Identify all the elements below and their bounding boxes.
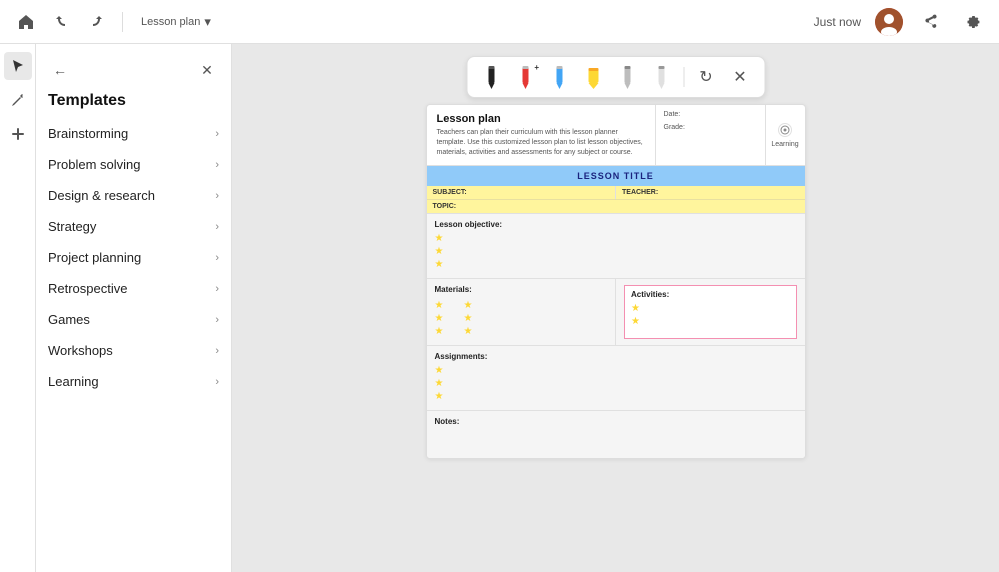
lesson-title-row: LESSON TITLE <box>427 166 805 186</box>
sidebar-item-label: Workshops <box>48 343 113 358</box>
activities-col: Activities: ★ ★ <box>616 279 805 345</box>
act-star-1: ★ <box>631 303 790 314</box>
sidebar-item-project-planning[interactable]: Project planning › <box>36 242 231 273</box>
sidebar-back-button[interactable]: ← <box>48 58 72 82</box>
chevron-right-icon: › <box>215 345 219 357</box>
template-preview: Lesson plan Teachers can plan their curr… <box>426 104 806 459</box>
last-saved-time: Just now <box>814 15 861 29</box>
pen-black-tool[interactable] <box>477 63 505 91</box>
mat-star-3: ★ <box>435 326 444 337</box>
notes-title: Notes: <box>435 417 797 426</box>
sidebar-item-label: Brainstorming <box>48 126 128 141</box>
sidebar-item-label: Problem solving <box>48 157 141 172</box>
sidebar-item-strategy[interactable]: Strategy › <box>36 211 231 242</box>
tool-strip <box>0 44 36 572</box>
redo-button[interactable] <box>82 8 110 36</box>
user-avatar[interactable] <box>875 8 903 36</box>
mat-star-4: ★ <box>463 300 472 311</box>
star-1: ★ <box>435 233 797 244</box>
home-button[interactable] <box>12 8 40 36</box>
drawing-toolbar: + ↻ ✕ <box>466 56 765 98</box>
sidebar-title: Templates <box>36 92 231 118</box>
toolbar-divider <box>683 67 684 87</box>
sidebar: ← ✕ Templates Brainstorming › Problem so… <box>36 44 232 572</box>
sidebar-close-button[interactable]: ✕ <box>195 58 219 82</box>
assignments-section: Assignments: ★ ★ ★ <box>427 345 805 410</box>
badge-label: Learning <box>771 141 798 148</box>
document-title[interactable]: Lesson plan ▾ <box>141 14 211 30</box>
refresh-tool[interactable]: ↻ <box>692 63 720 91</box>
chevron-right-icon: › <box>215 159 219 171</box>
chevron-right-icon: › <box>215 376 219 388</box>
toolbar-close-button[interactable]: ✕ <box>726 63 754 91</box>
chevron-right-icon: › <box>215 221 219 233</box>
sidebar-item-label: Strategy <box>48 219 96 234</box>
template-badge: Learning <box>765 105 805 165</box>
act-star-2: ★ <box>631 316 790 327</box>
activities-title: Activities: <box>631 290 790 299</box>
chevron-right-icon: › <box>215 190 219 202</box>
sidebar-item-retrospective[interactable]: Retrospective › <box>36 273 231 304</box>
subject-cell: SUBJECT: <box>427 186 617 199</box>
sidebar-header: ← ✕ <box>36 54 231 92</box>
add-tool[interactable] <box>4 120 32 148</box>
star-3: ★ <box>435 259 797 270</box>
activities-inner: Activities: ★ ★ <box>624 285 797 339</box>
sidebar-item-learning[interactable]: Learning › <box>36 366 231 397</box>
sidebar-item-workshops[interactable]: Workshops › <box>36 335 231 366</box>
materials-activities-row: Materials: ★ ★ ★ ★ ★ ★ <box>427 278 805 345</box>
chevron-right-icon: › <box>215 314 219 326</box>
pen-blue-tool[interactable] <box>545 63 573 91</box>
mat-star-1: ★ <box>435 300 444 311</box>
sidebar-item-label: Project planning <box>48 250 141 265</box>
settings-button[interactable] <box>959 8 987 36</box>
template-header: Lesson plan Teachers can plan their curr… <box>427 105 805 166</box>
chevron-right-icon: › <box>215 128 219 140</box>
highlighter-yellow-tool[interactable] <box>579 63 607 91</box>
pen-gray1-tool[interactable] <box>613 63 641 91</box>
sidebar-item-brainstorming[interactable]: Brainstorming › <box>36 118 231 149</box>
learning-icon <box>778 123 792 137</box>
assignments-title: Assignments: <box>435 352 797 361</box>
undo-button[interactable] <box>48 8 76 36</box>
objective-section: Lesson objective: ★ ★ ★ <box>427 213 805 278</box>
teacher-cell: TEACHER: <box>616 186 805 199</box>
materials-col: Materials: ★ ★ ★ ★ ★ ★ <box>427 279 617 345</box>
star-2: ★ <box>435 246 797 257</box>
materials-title: Materials: <box>435 285 608 294</box>
subject-teacher-row: SUBJECT: TEACHER: <box>427 186 805 199</box>
main-layout: ← ✕ Templates Brainstorming › Problem so… <box>0 44 999 572</box>
share-button[interactable] <box>917 8 945 36</box>
mat-star-5: ★ <box>463 313 472 324</box>
template-fields: Date: Grade: <box>655 105 765 165</box>
select-tool[interactable] <box>4 52 32 80</box>
pen-red-tool[interactable]: + <box>511 63 539 91</box>
chevron-right-icon: › <box>215 252 219 264</box>
assign-star-2: ★ <box>435 378 797 389</box>
draw-tool[interactable] <box>4 86 32 114</box>
topbar: Lesson plan ▾ Just now <box>0 0 999 44</box>
pen-gray2-tool[interactable] <box>647 63 675 91</box>
mat-star-6: ★ <box>463 326 472 337</box>
objective-title: Lesson objective: <box>435 220 797 229</box>
grade-label: Grade: <box>664 124 757 131</box>
sidebar-item-label: Retrospective <box>48 281 127 296</box>
assign-star-3: ★ <box>435 391 797 402</box>
notes-section: Notes: <box>427 410 805 458</box>
sidebar-item-label: Games <box>48 312 90 327</box>
sidebar-item-label: Learning <box>48 374 99 389</box>
template-title: Lesson plan <box>437 113 645 125</box>
sidebar-item-problem-solving[interactable]: Problem solving › <box>36 149 231 180</box>
assign-star-1: ★ <box>435 365 797 376</box>
date-label: Date: <box>664 111 757 118</box>
sidebar-item-label: Design & research <box>48 188 155 203</box>
template-info: Lesson plan Teachers can plan their curr… <box>427 105 655 165</box>
sidebar-item-design-research[interactable]: Design & research › <box>36 180 231 211</box>
mat-star-2: ★ <box>435 313 444 324</box>
template-description: Teachers can plan their curriculum with … <box>437 128 645 157</box>
topic-row: TOPIC: <box>427 199 805 213</box>
content-area: + ↻ ✕ <box>232 44 999 572</box>
sidebar-item-games[interactable]: Games › <box>36 304 231 335</box>
chevron-right-icon: › <box>215 283 219 295</box>
